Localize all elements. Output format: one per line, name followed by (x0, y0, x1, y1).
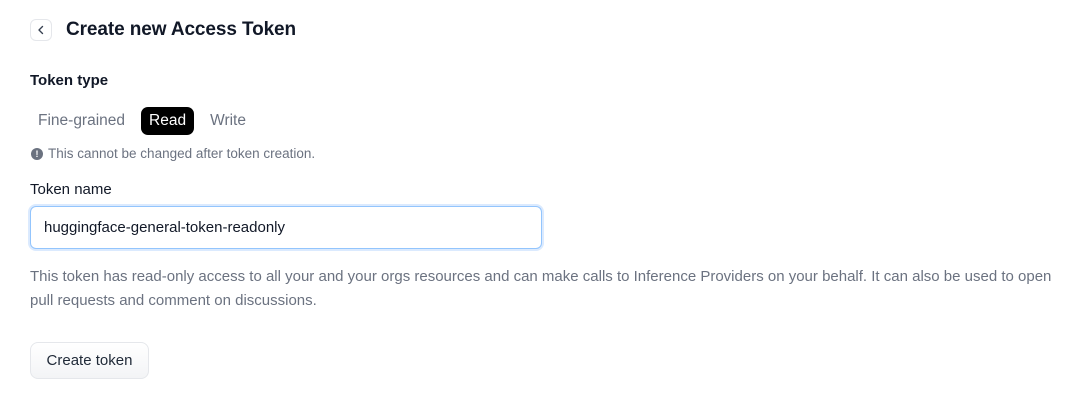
token-type-note: ! This cannot be changed after token cre… (31, 146, 315, 161)
token-type-option-read[interactable]: Read (141, 107, 195, 135)
token-type-label: Token type (30, 72, 109, 89)
back-button[interactable] (30, 19, 52, 41)
token-permission-description: This token has read-only access to all y… (30, 268, 1052, 309)
chevron-left-icon (36, 25, 46, 35)
info-icon: ! (31, 147, 43, 160)
page-title: Create new Access Token (66, 19, 297, 40)
token-name-input[interactable] (30, 206, 542, 249)
token-type-option-fine-grained[interactable]: Fine-grained (30, 107, 133, 135)
token-type-option-write[interactable]: Write (202, 107, 254, 135)
page-header: Create new Access Token (30, 19, 296, 41)
token-name-label: Token name (30, 181, 112, 198)
create-token-button[interactable]: Create token (30, 342, 149, 379)
create-access-token-page: Create new Access Token Token type Fine-… (0, 0, 1065, 412)
token-type-note-text: This cannot be changed after token creat… (48, 146, 316, 161)
token-type-selector: Fine-grained Read Write (30, 107, 254, 135)
